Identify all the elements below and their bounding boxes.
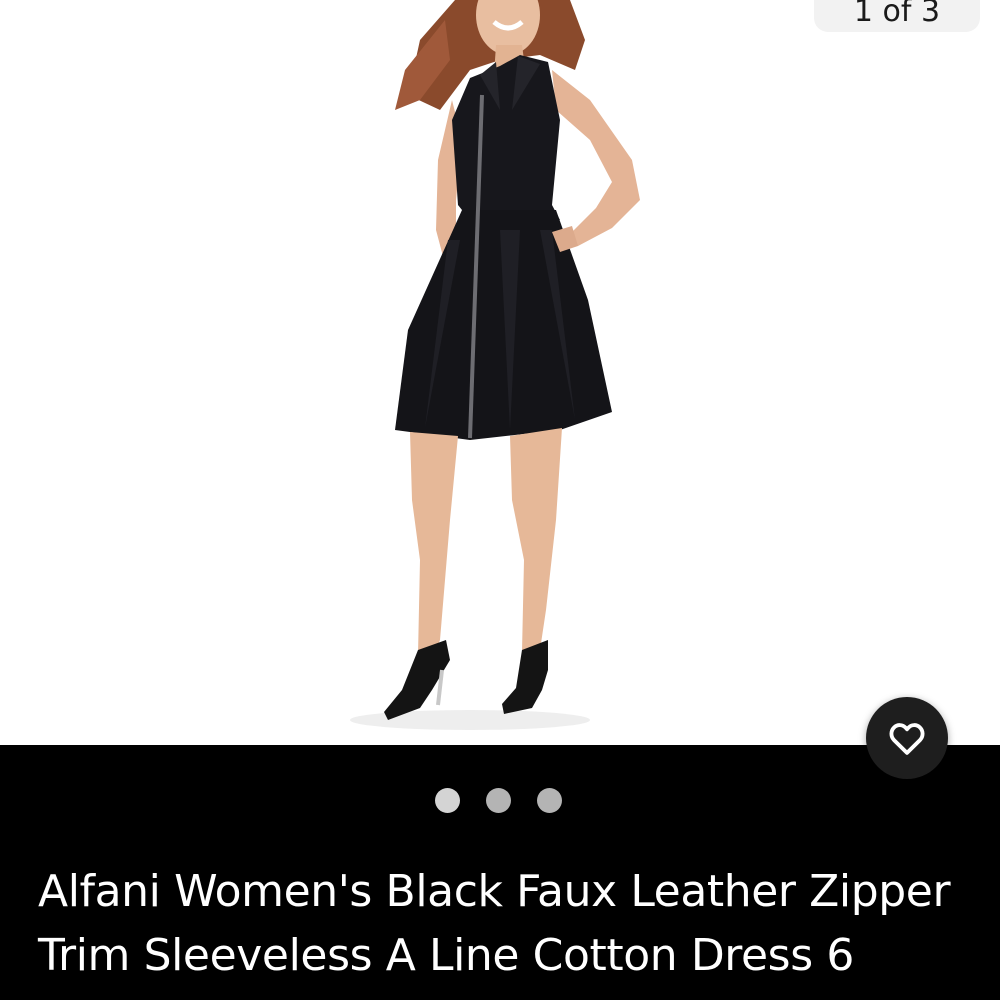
favorite-button[interactable] [866,697,948,779]
listing-title: Alfani Women's Black Faux Leather Zipper… [38,866,951,981]
image-pager [0,786,1000,814]
pager-dot-3[interactable] [536,787,562,813]
image-gallery[interactable]: 1 of 3 [0,0,1000,745]
image-counter: 1 of 3 [814,0,980,32]
pager-dot-2[interactable] [485,787,511,813]
heart-outline-icon [889,723,925,755]
listing-screen: 1 of 3 Alfani Women's Black Faux Leather… [0,0,1000,1000]
product-photo [350,0,640,730]
pager-dot-1[interactable] [434,787,460,813]
